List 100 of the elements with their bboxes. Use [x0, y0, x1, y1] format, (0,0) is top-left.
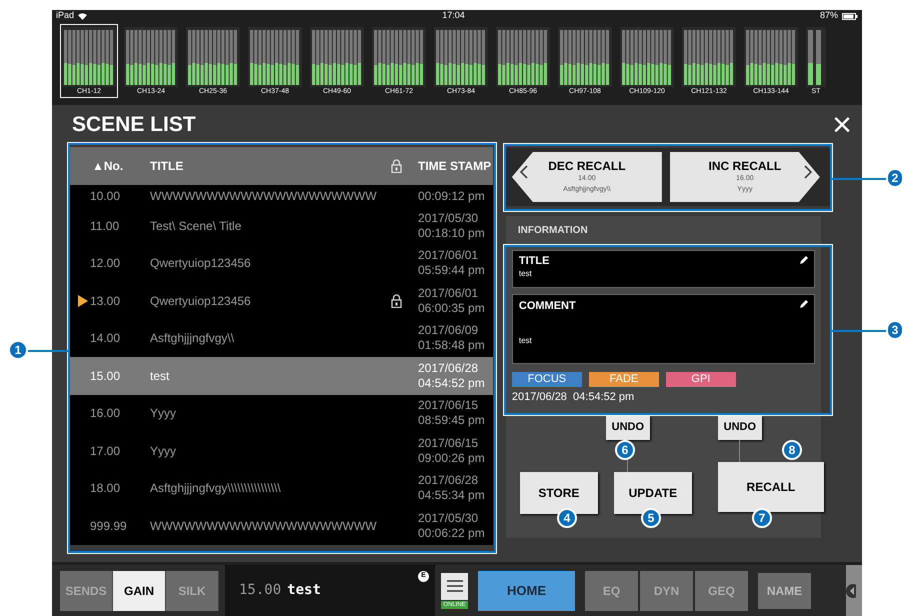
scene-time: 00:09:12 pm — [418, 188, 485, 204]
scene-title: WWWWWWWWWWWWWWWWWWWW — [150, 518, 378, 535]
meter-drawing — [186, 27, 240, 87]
scene-title: Qwertyuiop123456 — [150, 292, 252, 310]
scene-time: 01:58:48 pm — [418, 338, 485, 354]
menu-icon — [446, 580, 462, 592]
bottom-tab[interactable]: GAIN — [113, 570, 166, 610]
meter-drawing — [124, 27, 178, 87]
scene-row[interactable]: 16.00 Yyyy 2017/06/15 08:59:45 pm — [70, 394, 493, 432]
title-field[interactable]: TITLE test — [512, 250, 815, 288]
scene-title: Asftghjjjngfvgy\\\\\\\\\\\\\\\\ — [150, 480, 282, 498]
scene-number: 999.99 — [90, 518, 127, 535]
scene-title: Asftghjjjngfvgy\\ — [150, 330, 236, 348]
undo-button[interactable]: UNDO — [718, 416, 762, 440]
scene-number: 17.00 — [90, 442, 120, 460]
callout-number: 3 — [886, 320, 904, 340]
scene-row[interactable]: 18.00 Asftghjjjngfvgy\\\\\\\\\\\\\\\\ 2017/06/28 04:55:34 pm — [70, 470, 493, 507]
right-chevron-icon — [804, 165, 812, 179]
meter-drawing — [744, 27, 798, 87]
meter-drawing — [248, 27, 302, 87]
meter-drawing — [62, 27, 116, 87]
section-heading: INFORMATION — [516, 224, 589, 238]
meter-drawing — [434, 27, 488, 87]
field-value: test — [518, 268, 532, 280]
scene-date: 2017/05/30 — [418, 210, 480, 226]
meter-drawing — [496, 27, 550, 87]
scene-date: 2017/06/28 — [418, 473, 480, 488]
meter-drawing — [806, 27, 826, 87]
scene-title: test — [150, 368, 170, 385]
callout-number: 1 — [8, 340, 28, 360]
column-header[interactable]: ▲No. — [70, 157, 150, 175]
scene-date: 2017/06/15 — [418, 436, 480, 451]
scene-title: Qwertyuiop123456 — [150, 255, 252, 272]
undo-button[interactable]: UNDO — [606, 416, 650, 440]
scene-date: 2017/06/01 — [418, 286, 480, 301]
battery-percent: 87% — [820, 9, 838, 22]
scene-row[interactable]: 15.00 test 2017/06/28 04:54:52 pm — [70, 357, 493, 394]
scene-number: 12.00 — [90, 255, 120, 272]
scene-row[interactable]: 11.00 Test\ Scene\ Title 2017/05/30 00:18:10 pm — [70, 207, 493, 244]
close-button[interactable]: × — [832, 108, 852, 142]
home-button[interactable]: HOME — [478, 570, 575, 610]
scene-number: 10.00 — [90, 188, 120, 205]
comment-field[interactable]: COMMENT test — [512, 294, 815, 364]
leader-line — [832, 178, 888, 180]
scene-title: WWWWWWWWWWWWWWWWWWWW — [150, 188, 378, 205]
meter-drawing — [310, 27, 364, 87]
dialog-title: SCENE LIST — [72, 112, 196, 138]
scene-number: 16.00 — [90, 405, 120, 422]
column-header[interactable]: TIME STAMP — [414, 157, 492, 175]
pencil-icon — [800, 300, 808, 308]
store-button[interactable]: STORE — [520, 472, 598, 514]
tag: FOCUS — [512, 372, 582, 387]
tag: FADE — [588, 372, 659, 387]
scene-row[interactable]: 13.00 Qwertyuiop123456 2017/06/01 06:00:35 pm — [70, 282, 493, 320]
column-header[interactable]: TITLE — [150, 157, 378, 175]
meter-drawing — [682, 27, 736, 87]
battery-icon — [842, 12, 858, 20]
scene-time: 00:06:22 pm — [418, 526, 485, 541]
pencil-icon — [800, 256, 808, 264]
leader-line — [832, 330, 888, 332]
meter-drawing — [620, 27, 674, 87]
meter-drawing — [558, 27, 612, 87]
menu-button[interactable] — [441, 572, 468, 600]
scene-time: 04:54:52 pm — [418, 376, 485, 391]
field-label: COMMENT — [518, 299, 576, 313]
scene-number: 14.00 — [90, 330, 120, 348]
scene-title: Test\ Scene\ Title — [150, 218, 242, 235]
scene-number: 15.00 — [239, 581, 282, 600]
scene-time: 05:59:44 pm — [418, 263, 485, 278]
device-name: iPad — [56, 9, 74, 22]
scene-date: 2017/05/30 — [418, 510, 480, 526]
update-button[interactable]: UPDATE — [614, 472, 692, 514]
scene-row[interactable]: 10.00 WWWWWWWWWWWWWWWWWWWW 00:09:12 pm — [70, 185, 493, 207]
scene-row[interactable]: 17.00 Yyyy 2017/06/15 09:00:26 pm — [70, 432, 493, 470]
tag: GPI — [666, 372, 736, 387]
scene-number: 13.00 — [90, 292, 120, 310]
scene-date: 2017/06/15 — [418, 398, 480, 414]
scene-time: 00:18:10 pm — [418, 226, 485, 241]
scene-number: 18.00 — [90, 480, 120, 498]
scene-date: 2017/06/28 — [418, 360, 480, 376]
left-arrow-icon — [846, 584, 856, 598]
scene-date: 2017/06/09 — [418, 323, 480, 338]
field-value: test — [518, 335, 532, 347]
scene-row[interactable]: 999.99 WWWWWWWWWWWWWWWWWWWW 2017/05/30 00:06:22 pm — [70, 507, 493, 544]
scene-timestamp: 2017/06/28 04:54:52 pm — [512, 390, 636, 405]
side-panel-handle[interactable] — [846, 565, 862, 616]
scene-row[interactable]: 12.00 Qwertyuiop123456 2017/06/01 05:59:44 pm — [70, 244, 493, 282]
scene-number: 11.00 — [90, 218, 120, 235]
scene-time: 08:59:45 pm — [418, 413, 485, 428]
scene-title: Yyyy — [150, 405, 178, 422]
scene-time: 06:00:35 pm — [418, 300, 485, 316]
leader-line — [28, 350, 68, 352]
recall-button[interactable]: RECALL — [718, 462, 824, 512]
scene-row[interactable]: 14.00 Asftghjjjngfvgy\\ 2017/06/09 01:58:48 pm — [70, 320, 493, 357]
left-chevron-icon — [520, 165, 528, 179]
scene-time: 09:00:26 pm — [418, 450, 485, 466]
scene-title: test — [287, 581, 321, 600]
scene-time: 04:55:34 pm — [418, 488, 485, 504]
wifi-icon — [78, 12, 88, 20]
scene-date: 2017/06/01 — [418, 248, 480, 264]
